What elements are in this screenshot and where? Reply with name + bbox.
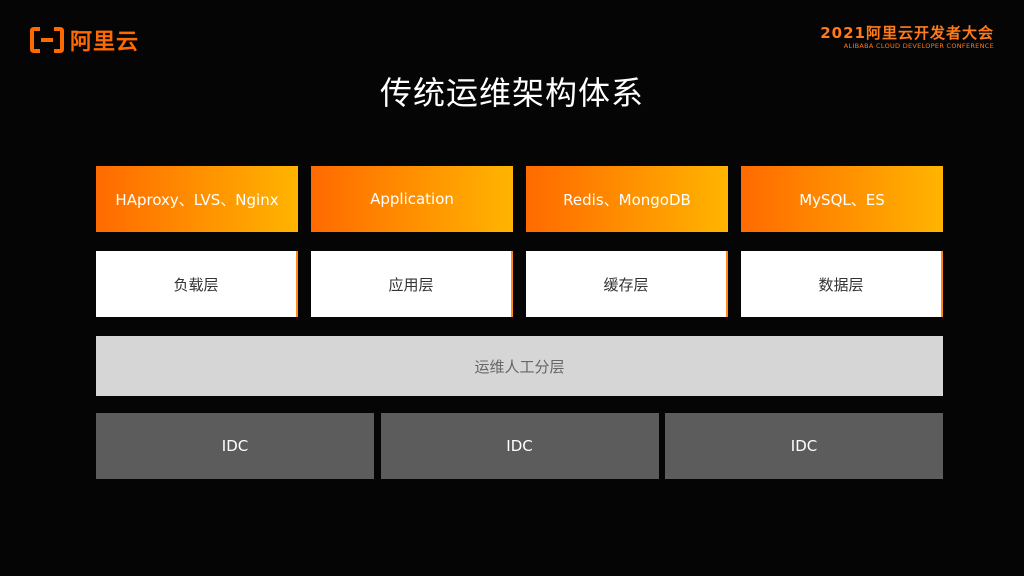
logo-text: 阿里云 (70, 30, 140, 55)
slide-title: 传统运维架构体系 (379, 74, 644, 112)
tech-box-application: Application (311, 166, 513, 232)
layer-box-data: 数据层 (741, 251, 943, 317)
idc-box: IDC (380, 413, 659, 479)
alibaba-cloud-logo-icon (30, 27, 64, 53)
tech-box-cache: Redis、MongoDB (526, 166, 728, 232)
idc-row: IDC IDC IDC (96, 413, 943, 479)
ops-manual-layer-box: 运维人工分层 (96, 336, 943, 396)
alibaba-cloud-logo: 阿里云 (30, 24, 139, 56)
layer-box-application: 应用层 (311, 251, 513, 317)
layer-box-cache: 缓存层 (526, 251, 728, 317)
idc-box: IDC (96, 413, 374, 479)
slide: 阿里云 2021阿里云开发者大会 ALIBABA CLOUD DEVELOPER… (0, 0, 1024, 576)
conference-brand: 2021阿里云开发者大会 ALIBABA CLOUD DEVELOPER CON… (820, 24, 994, 51)
layer-box-load: 负载层 (96, 251, 298, 317)
tech-box-load: HAproxy、LVS、Nginx (96, 166, 298, 232)
tech-row: HAproxy、LVS、Nginx Application Redis、Mong… (96, 166, 943, 232)
conference-subtitle: ALIBABA CLOUD DEVELOPER CONFERENCE (843, 42, 994, 50)
ops-row: 运维人工分层 (96, 336, 943, 396)
conference-title: 2021阿里云开发者大会 (820, 24, 994, 42)
idc-box: IDC (665, 413, 943, 479)
layer-row: 负载层 应用层 缓存层 数据层 (96, 251, 943, 317)
tech-box-data: MySQL、ES (741, 166, 943, 232)
